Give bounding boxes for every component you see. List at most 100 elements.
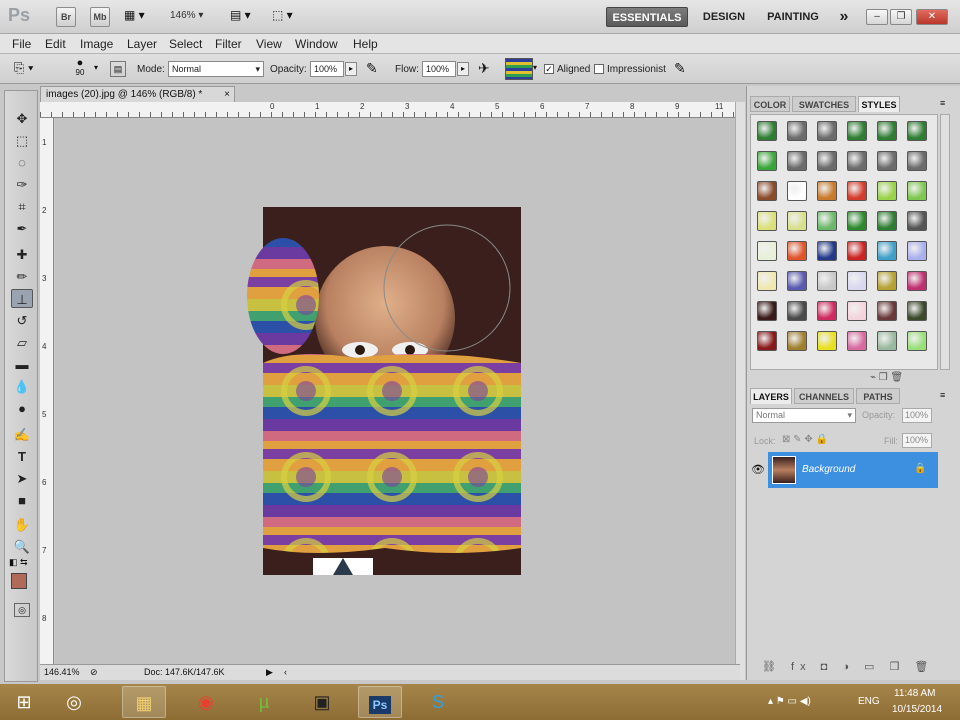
- tab-styles[interactable]: STYLES: [858, 96, 900, 112]
- eraser-tool-icon[interactable]: ▱: [11, 333, 33, 352]
- pattern-stamp-tool-icon[interactable]: ⊥: [11, 289, 33, 308]
- tab-swatches[interactable]: SWATCHES: [792, 96, 856, 112]
- impressionist-checkbox[interactable]: [594, 64, 604, 74]
- panel-menu-icon[interactable]: ≡: [940, 98, 945, 108]
- gradient-tool-icon[interactable]: ▬: [11, 355, 33, 374]
- aligned-checkbox[interactable]: ✓: [544, 64, 554, 74]
- style-preset-swatch[interactable]: [817, 181, 837, 201]
- tab-layers[interactable]: LAYERS: [750, 388, 792, 404]
- healing-brush-tool-icon[interactable]: ✚: [11, 245, 33, 264]
- styles-scrollbar[interactable]: [940, 114, 950, 370]
- style-preset-swatch[interactable]: [817, 121, 837, 141]
- style-preset-swatch[interactable]: [907, 181, 927, 201]
- move-tool-icon[interactable]: ✥: [11, 109, 33, 128]
- style-preset-swatch[interactable]: [877, 301, 897, 321]
- tab-paths[interactable]: PATHS: [856, 388, 900, 404]
- styles-panel-buttons-icon[interactable]: ⌁ ❐ 🗑: [870, 372, 903, 383]
- style-preset-swatch[interactable]: [877, 211, 897, 231]
- style-preset-swatch[interactable]: [847, 121, 867, 141]
- crop-tool-icon[interactable]: ⌗: [11, 197, 33, 216]
- flow-slider-button[interactable]: ▸: [457, 62, 469, 76]
- vertical-scrollbar[interactable]: [735, 102, 745, 680]
- style-preset-swatch[interactable]: [757, 181, 777, 201]
- hand-tool-icon[interactable]: ✋: [11, 515, 33, 534]
- launch-bridge-button[interactable]: Br: [56, 7, 76, 27]
- opacity-input[interactable]: 100%: [310, 61, 344, 77]
- style-preset-swatch[interactable]: [757, 241, 777, 261]
- style-preset-swatch[interactable]: [757, 301, 777, 321]
- style-preset-swatch[interactable]: [847, 301, 867, 321]
- opacity-slider-button[interactable]: ▸: [345, 62, 357, 76]
- camtasia-icon[interactable]: ▣: [300, 686, 344, 718]
- status-menu-arrow-icon[interactable]: ▶: [266, 665, 273, 679]
- screen-mode-dropdown[interactable]: ⬚ ▾: [272, 8, 306, 26]
- vertical-ruler[interactable]: 1 2 3 4 5 6 7 8: [40, 118, 54, 664]
- blend-mode-select[interactable]: Normal ▾: [752, 408, 856, 423]
- style-preset-swatch[interactable]: [787, 151, 807, 171]
- lasso-tool-icon[interactable]: ◌: [11, 153, 33, 172]
- blur-tool-icon[interactable]: 💧: [11, 377, 33, 396]
- default-colors-icon[interactable]: ◧ ⇆: [9, 557, 28, 568]
- style-preset-swatch[interactable]: [847, 151, 867, 171]
- pattern-dropdown-arrow-icon[interactable]: ▾: [533, 63, 537, 72]
- mode-select[interactable]: Normal ▾: [168, 61, 264, 77]
- style-preset-swatch[interactable]: [757, 211, 777, 231]
- lock-options-icon[interactable]: ⊠ ✎ ✥ 🔒: [782, 434, 828, 445]
- flow-input[interactable]: 100%: [422, 61, 456, 77]
- photoshop-taskbar-icon[interactable]: Ps: [358, 686, 402, 718]
- tab-channels[interactable]: CHANNELS: [794, 388, 854, 404]
- style-preset-swatch[interactable]: [877, 271, 897, 291]
- style-preset-swatch[interactable]: [877, 241, 897, 261]
- scroll-left-icon[interactable]: ‹: [284, 665, 287, 679]
- style-preset-swatch[interactable]: [757, 151, 777, 171]
- close-button[interactable]: ✕: [916, 9, 948, 25]
- minimize-button[interactable]: –: [866, 9, 888, 25]
- style-preset-swatch[interactable]: [907, 241, 927, 261]
- skype-icon[interactable]: S: [416, 686, 460, 718]
- layer-row-background[interactable]: Background 🔒: [768, 452, 938, 488]
- language-indicator[interactable]: ENG: [858, 696, 880, 707]
- menu-image[interactable]: Image: [80, 37, 113, 51]
- style-preset-swatch[interactable]: [817, 271, 837, 291]
- zoom-level-dropdown[interactable]: 146% ▾: [170, 10, 203, 21]
- document-tab[interactable]: images (20).jpg @ 146% (RGB/8) * ×: [40, 86, 235, 102]
- document-image[interactable]: [55, 118, 735, 664]
- pen-tool-icon[interactable]: ✍: [11, 425, 33, 444]
- status-zoom-field[interactable]: 146.41%: [44, 665, 80, 679]
- zoom-tool-icon[interactable]: 🔍: [11, 537, 33, 556]
- style-preset-swatch[interactable]: [907, 211, 927, 231]
- chrome-icon[interactable]: ◉: [184, 686, 228, 718]
- clock-time[interactable]: 11:48 AM: [894, 688, 936, 699]
- style-preset-swatch[interactable]: [787, 331, 807, 351]
- style-preset-swatch[interactable]: [907, 331, 927, 351]
- menu-edit[interactable]: Edit: [45, 37, 66, 51]
- style-preset-swatch[interactable]: [847, 181, 867, 201]
- workspace-painting-button[interactable]: PAINTING: [760, 7, 826, 27]
- layers-panel-menu-icon[interactable]: ≡: [940, 390, 945, 400]
- menu-filter[interactable]: Filter: [215, 37, 242, 51]
- style-preset-swatch[interactable]: [847, 271, 867, 291]
- tablet-pressure-size-icon[interactable]: ✎: [674, 60, 686, 77]
- style-preset-swatch[interactable]: [817, 241, 837, 261]
- style-preset-swatch[interactable]: [847, 331, 867, 351]
- tablet-pressure-opacity-icon[interactable]: ✎: [366, 60, 378, 77]
- brush-panel-toggle-icon[interactable]: ▤: [110, 61, 126, 77]
- tab-color[interactable]: COLOR: [750, 96, 790, 112]
- canvas-area[interactable]: [55, 118, 735, 664]
- style-preset-swatch[interactable]: [847, 241, 867, 261]
- style-preset-swatch[interactable]: [877, 151, 897, 171]
- restore-button[interactable]: ❐: [890, 9, 912, 25]
- file-explorer-icon[interactable]: ▦: [122, 686, 166, 718]
- style-preset-swatch[interactable]: [757, 271, 777, 291]
- airbrush-icon[interactable]: ✈: [478, 60, 490, 77]
- menu-layer[interactable]: Layer: [127, 37, 157, 51]
- menu-file[interactable]: File: [12, 37, 31, 51]
- utorrent-icon[interactable]: µ: [242, 686, 286, 718]
- foreground-color-swatch[interactable]: [11, 573, 27, 589]
- layers-bottom-buttons[interactable]: ⛓ fx ◘ ◑ ▭ ❐ 🗑: [762, 660, 934, 673]
- status-info-icon[interactable]: ⊘: [90, 665, 98, 679]
- brush-preset-picker[interactable]: ● 90: [66, 58, 94, 82]
- style-preset-swatch[interactable]: [877, 181, 897, 201]
- style-preset-swatch[interactable]: [787, 301, 807, 321]
- tool-preset-picker[interactable]: ⎘ ▾: [14, 60, 54, 78]
